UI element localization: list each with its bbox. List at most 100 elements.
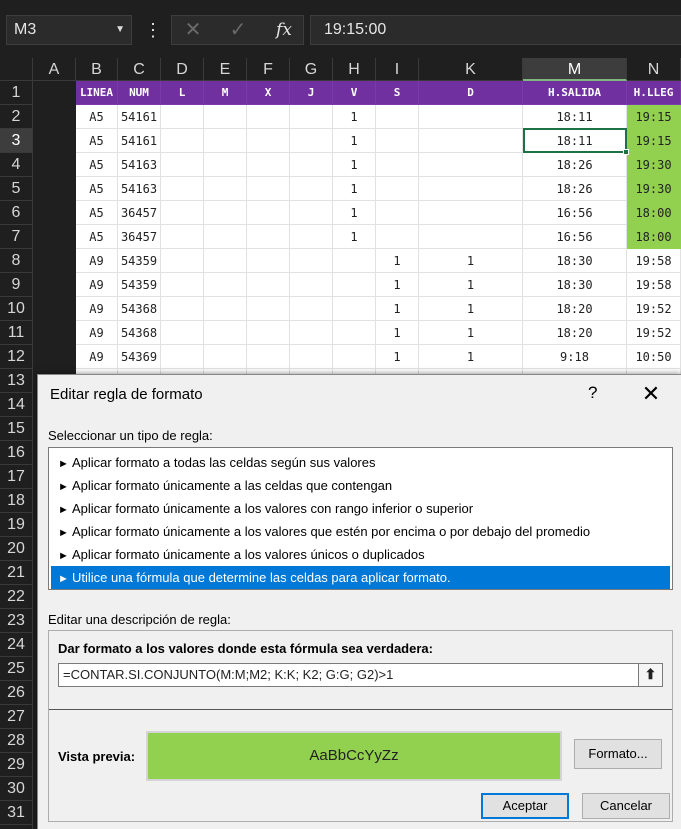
header-cell[interactable]: S [376, 81, 419, 105]
data-cell[interactable] [333, 273, 376, 297]
data-cell[interactable] [290, 249, 333, 273]
data-cell[interactable]: 18:20 [523, 321, 627, 345]
header-cell[interactable]: V [333, 81, 376, 105]
row-header-26[interactable]: 26 [0, 681, 33, 705]
data-cell[interactable] [204, 297, 247, 321]
data-cell[interactable]: 54163 [118, 177, 161, 201]
formula-input[interactable]: 19:15:00 [310, 15, 681, 45]
data-cell[interactable]: 18:00 [627, 201, 681, 225]
data-cell[interactable] [247, 153, 290, 177]
row-header-8[interactable]: 8 [0, 249, 33, 273]
data-cell[interactable]: 18:30 [523, 273, 627, 297]
row-header-5[interactable]: 5 [0, 177, 33, 201]
data-cell[interactable] [204, 225, 247, 249]
header-cell[interactable]: L [161, 81, 204, 105]
data-cell[interactable]: A9 [76, 297, 118, 321]
data-cell[interactable] [204, 345, 247, 369]
data-cell[interactable] [376, 129, 419, 153]
data-cell[interactable]: 18:11 [523, 105, 627, 129]
rule-type-item[interactable]: ► Aplicar formato únicamente a los valore… [51, 497, 670, 520]
data-cell[interactable]: A5 [76, 201, 118, 225]
row-header-4[interactable]: 4 [0, 153, 33, 177]
data-cell[interactable]: 9:18 [523, 345, 627, 369]
data-cell[interactable] [204, 153, 247, 177]
data-cell[interactable] [290, 273, 333, 297]
row-header-3[interactable]: 3 [0, 129, 33, 153]
data-cell[interactable] [376, 201, 419, 225]
data-cell[interactable] [376, 225, 419, 249]
row-header-2[interactable]: 2 [0, 105, 33, 129]
data-cell[interactable] [247, 201, 290, 225]
data-cell[interactable]: 1 [333, 201, 376, 225]
data-cell[interactable] [204, 321, 247, 345]
row-header-30[interactable]: 30 [0, 777, 33, 801]
data-cell[interactable]: 1 [376, 273, 419, 297]
data-cell[interactable] [247, 225, 290, 249]
row-header-22[interactable]: 22 [0, 585, 33, 609]
data-cell[interactable] [376, 177, 419, 201]
rule-type-list[interactable]: ► Aplicar formato a todas las celdas segú… [48, 447, 673, 590]
header-cell[interactable]: J [290, 81, 333, 105]
row-header-31[interactable]: 31 [0, 801, 33, 825]
data-cell[interactable] [290, 345, 333, 369]
ok-button[interactable]: Aceptar [481, 793, 569, 819]
data-cell[interactable]: 19:52 [627, 297, 681, 321]
data-cell[interactable] [290, 297, 333, 321]
help-icon[interactable]: ? [588, 383, 597, 403]
data-cell[interactable]: 1 [376, 297, 419, 321]
data-cell[interactable]: 54163 [118, 153, 161, 177]
data-cell[interactable] [161, 321, 204, 345]
header-cell[interactable]: X [247, 81, 290, 105]
column-header-m[interactable]: M [523, 58, 627, 81]
header-cell[interactable]: NUM [118, 81, 161, 105]
data-cell[interactable]: A9 [76, 321, 118, 345]
column-header-k[interactable]: K [419, 58, 523, 81]
data-cell[interactable] [161, 177, 204, 201]
data-cell[interactable] [247, 249, 290, 273]
column-header-d[interactable]: D [161, 58, 204, 81]
data-cell[interactable] [290, 105, 333, 129]
data-cell[interactable]: 54368 [118, 321, 161, 345]
data-cell[interactable]: 1 [376, 249, 419, 273]
data-cell[interactable]: 1 [333, 129, 376, 153]
rule-type-item[interactable]: ► Aplicar formato únicamente a los valore… [51, 520, 670, 543]
data-cell[interactable]: 19:30 [627, 153, 681, 177]
data-cell[interactable]: 1 [419, 249, 523, 273]
rule-type-item[interactable]: ► Aplicar formato únicamente a los valore… [51, 543, 670, 566]
data-cell[interactable]: 19:15 [627, 105, 681, 129]
format-button[interactable]: Formato... [574, 739, 662, 769]
data-cell[interactable] [290, 129, 333, 153]
data-cell[interactable]: A9 [76, 345, 118, 369]
data-cell[interactable] [290, 177, 333, 201]
data-cell[interactable]: 16:56 [523, 225, 627, 249]
data-cell[interactable]: 18:20 [523, 297, 627, 321]
row-header-7[interactable]: 7 [0, 225, 33, 249]
data-cell[interactable]: 18:26 [523, 153, 627, 177]
data-cell[interactable] [204, 201, 247, 225]
data-cell[interactable] [204, 177, 247, 201]
data-cell[interactable]: 19:15 [627, 129, 681, 153]
data-cell[interactable]: 1 [333, 177, 376, 201]
data-cell[interactable] [419, 177, 523, 201]
chevron-down-icon[interactable]: ▼ [115, 16, 125, 44]
row-header-9[interactable]: 9 [0, 273, 33, 297]
data-cell[interactable] [204, 249, 247, 273]
row-header-25[interactable]: 25 [0, 657, 33, 681]
rule-formula-input[interactable]: =CONTAR.SI.CONJUNTO(M:M;M2; K:K; K2; G:G… [58, 663, 663, 687]
data-cell[interactable] [419, 225, 523, 249]
data-cell[interactable] [419, 201, 523, 225]
row-header-29[interactable]: 29 [0, 753, 33, 777]
data-cell[interactable]: 10:50 [627, 345, 681, 369]
rule-type-item[interactable]: ► Aplicar formato a todas las celdas segú… [51, 451, 670, 474]
header-cell[interactable]: M [204, 81, 247, 105]
data-cell[interactable]: 16:56 [523, 201, 627, 225]
header-cell[interactable]: H.LLEG [627, 81, 681, 105]
data-cell[interactable]: 1 [333, 153, 376, 177]
row-header-11[interactable]: 11 [0, 321, 33, 345]
column-header-c[interactable]: C [118, 58, 161, 81]
data-cell[interactable]: 18:26 [523, 177, 627, 201]
data-cell[interactable] [247, 345, 290, 369]
column-header-h[interactable]: H [333, 58, 376, 81]
data-cell[interactable] [247, 297, 290, 321]
data-cell[interactable] [419, 129, 523, 153]
